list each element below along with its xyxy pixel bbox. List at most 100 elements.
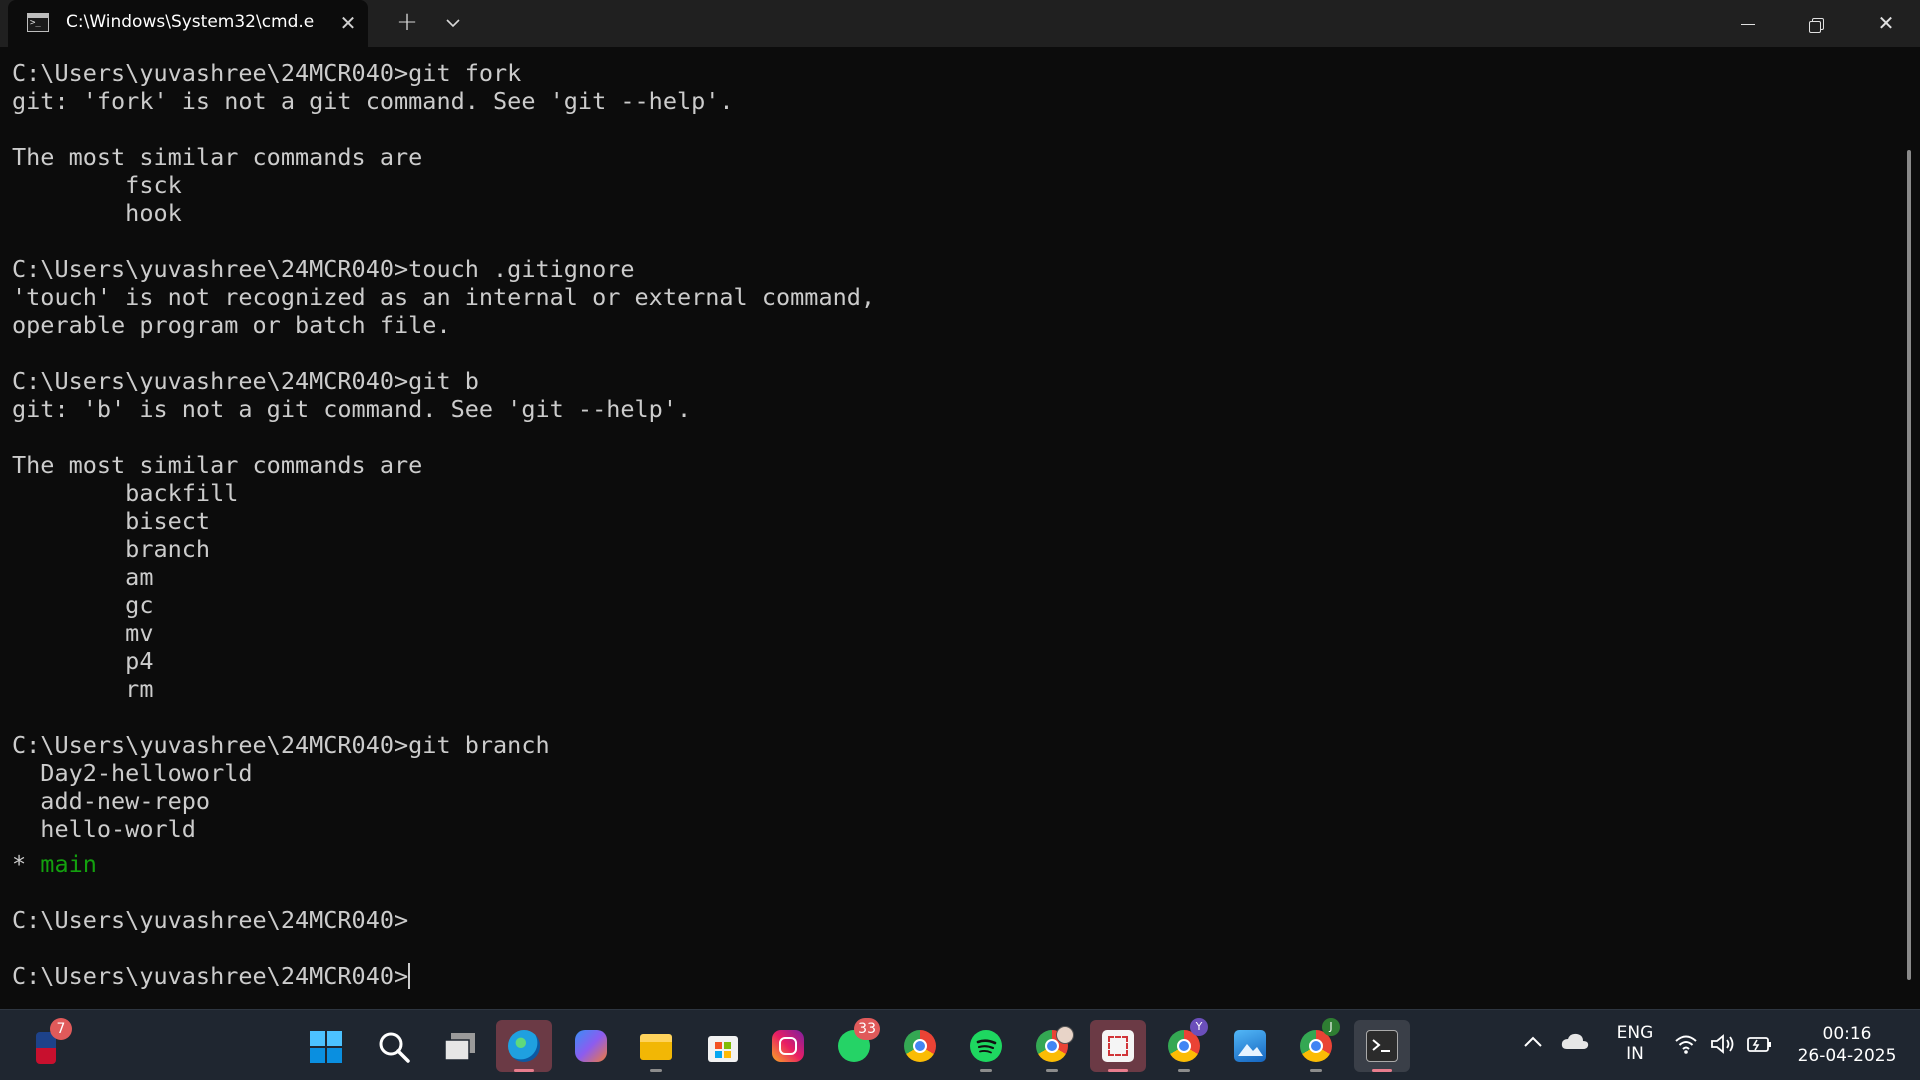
terminal-line: mv (12, 619, 154, 647)
current-branch: main (40, 850, 97, 878)
chrome-profile-running-indicator (1046, 1069, 1058, 1072)
system-tray: ENG IN 00:16 26-04-2025 (1510, 1009, 1920, 1080)
scrollbar[interactable] (1907, 150, 1911, 980)
copilot-icon (575, 1030, 607, 1062)
clock-date: 26-04-2025 (1797, 1046, 1897, 1066)
task-view-icon (444, 1033, 475, 1061)
taskbar-chrome-y[interactable]: Y (1156, 1018, 1212, 1072)
terminal-line: hello-world (12, 815, 196, 843)
branch-marker: * (12, 850, 41, 878)
tab-cmd[interactable]: C:\Windows\System32\cmd.e ✕ (8, 0, 368, 47)
taskbar-terminal[interactable] (1354, 1020, 1410, 1072)
chrome-j-profile: J (1322, 1018, 1340, 1036)
minimize-icon (1741, 23, 1755, 26)
taskbar-instagram[interactable] (760, 1020, 816, 1072)
terminal-line: fsck (12, 171, 182, 199)
taskbar-edge[interactable] (496, 1020, 552, 1072)
explorer-running-indicator (650, 1069, 662, 1072)
clock-time: 00:16 (1822, 1024, 1872, 1044)
terminal-line: backfill (12, 479, 239, 507)
taskbar-chrome-profile[interactable] (1024, 1020, 1080, 1072)
terminal-line: C:\Users\yuvashree\24MCR040>git b (12, 367, 479, 395)
taskbar-spotify[interactable] (958, 1020, 1014, 1072)
terminal-line: 'touch' is not recognized as an internal… (12, 283, 876, 311)
start-button[interactable] (297, 1020, 353, 1072)
terminal-running-indicator (1372, 1069, 1392, 1072)
chrome-icon (904, 1030, 936, 1062)
terminal-line: The most similar commands are (12, 451, 423, 479)
chrome-y-running-indicator (1178, 1069, 1190, 1072)
minimize-button[interactable] (1714, 0, 1782, 47)
spotify-icon (970, 1030, 1002, 1062)
taskbar-chrome-j[interactable]: J (1288, 1018, 1344, 1072)
text-cursor (408, 963, 411, 989)
battery-icon[interactable] (1746, 1034, 1774, 1058)
terminal-line: gc (12, 591, 154, 619)
terminal-line: C:\Users\yuvashree\24MCR040>git branch (12, 731, 550, 759)
terminal-line: operable program or batch file. (12, 311, 451, 339)
nba-badge: 7 (50, 1018, 72, 1040)
terminal-line: git: 'b' is not a git command. See 'git … (12, 395, 692, 423)
task-view-button[interactable] (431, 1020, 487, 1072)
language-indicator[interactable]: ENG IN (1610, 1023, 1660, 1065)
region-code: IN (1626, 1044, 1644, 1064)
close-window-button[interactable]: ✕ (1852, 0, 1920, 47)
terminal-icon (1366, 1030, 1398, 1062)
chrome-j-running-indicator (1310, 1069, 1322, 1072)
snipping-running-indicator (1108, 1069, 1128, 1072)
chevron-up-icon (1524, 1036, 1542, 1047)
store-icon (708, 1036, 738, 1062)
terminal-line: rm (12, 675, 154, 703)
taskbar-whatsapp[interactable]: 33 (826, 1018, 882, 1072)
terminal-line: am (12, 563, 154, 591)
onedrive-icon[interactable] (1560, 1031, 1590, 1055)
instagram-icon (772, 1030, 804, 1062)
taskbar-store[interactable] (694, 1020, 750, 1072)
spotify-running-indicator (980, 1069, 992, 1072)
tab-title: C:\Windows\System32\cmd.e (66, 12, 315, 32)
chevron-down-icon[interactable] (436, 8, 470, 38)
terminal-line: Day2-helloworld (12, 759, 253, 787)
clock[interactable]: 00:16 26-04-2025 (1792, 1023, 1902, 1067)
title-bar: C:\Windows\System32\cmd.e ✕ + ✕ (0, 0, 1920, 47)
language-code: ENG (1616, 1023, 1654, 1043)
taskbar-copilot[interactable] (563, 1020, 619, 1072)
new-tab-button[interactable]: + (390, 8, 424, 38)
edge-running-indicator (514, 1069, 534, 1072)
volume-icon[interactable] (1710, 1033, 1736, 1059)
show-hidden-icons-button[interactable] (1518, 1029, 1548, 1053)
close-tab-button[interactable]: ✕ (333, 8, 363, 38)
terminal-line: The most similar commands are (12, 143, 423, 171)
active-prompt: C:\Users\yuvashree\24MCR040> (12, 962, 409, 990)
restore-icon (1809, 17, 1824, 33)
restore-button[interactable] (1782, 0, 1850, 47)
terminal-line: git: 'fork' is not a git command. See 'g… (12, 87, 734, 115)
terminal-output[interactable]: C:\Users\yuvashree\24MCR040>git fork git:… (0, 47, 1908, 1009)
wifi-icon[interactable] (1674, 1033, 1698, 1059)
terminal-line: C:\Users\yuvashree\24MCR040>touch .gitig… (12, 255, 635, 283)
taskbar-photos[interactable] (1222, 1020, 1278, 1072)
photos-icon (1234, 1030, 1266, 1062)
cmd-icon (27, 13, 49, 32)
terminal-line: branch (12, 535, 211, 563)
terminal-line: p4 (12, 647, 154, 675)
terminal-line: hook (12, 199, 182, 227)
taskbar-nba[interactable]: 7 (22, 1018, 78, 1072)
snipping-tool-icon (1102, 1030, 1134, 1062)
active-prompt-line[interactable]: C:\Users\yuvashree\24MCR040> (12, 962, 411, 990)
edge-icon (508, 1030, 540, 1062)
taskbar-chrome[interactable] (892, 1020, 948, 1072)
current-branch-line: * main (12, 850, 97, 878)
folder-icon (640, 1034, 672, 1060)
terminal-line: C:\Users\yuvashree\24MCR040>git fork (12, 59, 522, 87)
profile-avatar (1056, 1026, 1074, 1044)
prompt-line: C:\Users\yuvashree\24MCR040> (12, 906, 409, 934)
whatsapp-badge: 33 (854, 1018, 880, 1040)
search-button[interactable] (365, 1020, 421, 1072)
windows-icon (310, 1031, 342, 1063)
taskbar-file-explorer[interactable] (628, 1020, 684, 1072)
taskbar-snipping-tool[interactable] (1090, 1020, 1146, 1072)
chrome-y-profile: Y (1190, 1018, 1208, 1036)
terminal-line: add-new-repo (12, 787, 211, 815)
search-icon (379, 1032, 410, 1063)
